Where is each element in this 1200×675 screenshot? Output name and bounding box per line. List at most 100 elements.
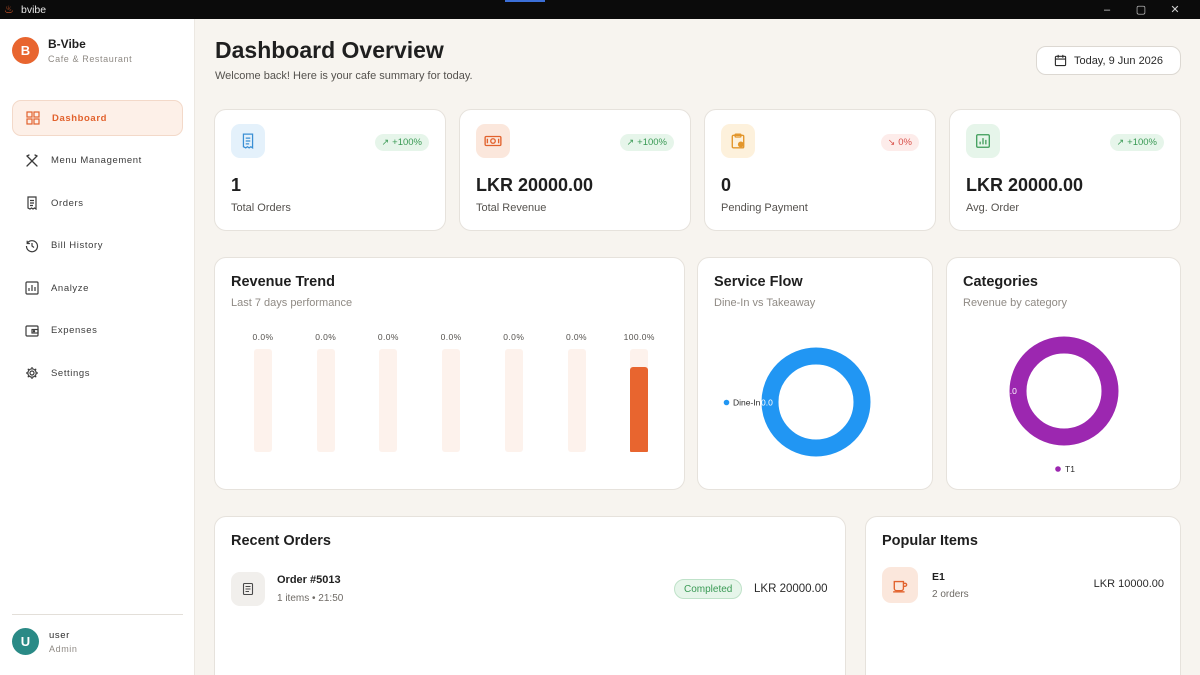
page-subtitle: Welcome back! Here is your cafe summary … — [215, 70, 473, 82]
card-title: Popular Items — [882, 533, 978, 549]
chart-icon — [966, 124, 1000, 158]
bar-data-label: 0.0% — [503, 332, 525, 342]
popular-items-card: Popular Items E1 2 orders LKR 10000.00 — [865, 516, 1181, 675]
stat-card-total-revenue: ↗ +100% LKR 20000.00 Total Revenue — [459, 109, 691, 231]
order-meta: 1 items • 21:50 — [277, 593, 344, 604]
receipt-icon — [231, 572, 265, 606]
bar-track — [254, 349, 272, 452]
sidebar-item-expenses[interactable]: Expenses — [12, 313, 183, 349]
sidebar-item-analyze[interactable]: Analyze — [12, 270, 183, 306]
brand-name: B-Vibe — [48, 37, 86, 51]
user-role: Admin — [49, 643, 78, 654]
stat-label: Total Revenue — [476, 202, 547, 214]
window-title: bvibe — [21, 3, 47, 16]
stat-label: Pending Payment — [721, 202, 808, 214]
trend-up-icon: ↗ — [1116, 137, 1125, 147]
sidebar-item-label: Analyze — [51, 282, 89, 294]
user-profile[interactable]: U user Admin — [12, 628, 78, 655]
sidebar-item-bill-history[interactable]: Bill History — [12, 228, 183, 264]
trend-badge-label: +100% — [1127, 137, 1157, 148]
item-meta: 2 orders — [932, 589, 969, 600]
legend-dot-dine-in — [723, 399, 730, 406]
date-label: Today, 9 Jun 2026 — [1073, 54, 1164, 67]
user-name: user — [49, 629, 70, 641]
stat-card-pending-payment: ↘ 0% 0 Pending Payment — [704, 109, 936, 231]
clipboard-icon — [721, 124, 755, 158]
sidebar-item-label: Menu Management — [51, 155, 142, 166]
utensils-icon — [25, 153, 39, 168]
brand-subtitle: Cafe & Restaurant — [48, 54, 133, 64]
trend-badge: ↗ +100% — [619, 134, 674, 151]
sidebar-item-menu-management[interactable]: Menu Management — [12, 143, 183, 179]
chart-icon — [25, 281, 39, 295]
trend-badge: ↘ 0% — [880, 134, 919, 151]
bar — [630, 366, 649, 452]
slice-label: 0.0 — [761, 398, 773, 408]
wallet-icon — [25, 324, 39, 338]
brand-logo: B — [12, 37, 39, 64]
trend-down-icon: ↘ — [887, 137, 896, 147]
bar-data-label: 0.0% — [315, 332, 337, 342]
receipt-icon — [231, 124, 265, 158]
category-donut-chart: 0.0 T1 — [1005, 336, 1119, 474]
trend-badge-label: +100% — [637, 137, 667, 148]
stat-value: LKR 20000.00 — [966, 175, 1084, 195]
card-subtitle: Last 7 days performance — [231, 297, 353, 309]
trend-badge: ↗ +100% — [1109, 134, 1164, 151]
card-title: Revenue Trend — [231, 274, 335, 290]
legend-dot-t1 — [1055, 466, 1061, 472]
legend-label-dine-in: Dine-In — [733, 398, 761, 408]
close-button[interactable]: ✕ — [1158, 0, 1192, 19]
cash-icon — [476, 124, 510, 158]
categories-card: Categories Revenue by category 0.0 T1 — [946, 257, 1181, 490]
service-flow-card: Service Flow Dine-In vs Takeaway Dine-In… — [697, 257, 933, 490]
receipt-icon — [25, 196, 39, 210]
service-donut-chart: Dine-In 0.0 — [723, 347, 871, 457]
sidebar-item-dashboard[interactable]: Dashboard — [12, 100, 183, 136]
sidebar-item-settings[interactable]: Settings — [12, 355, 183, 391]
bar-data-label: 0.0% — [440, 332, 462, 342]
item-name: E1 — [932, 571, 945, 583]
bar-track — [567, 349, 586, 452]
bar-data-label: 0.0% — [377, 332, 399, 342]
bar-track — [379, 349, 398, 452]
trend-badge-label: +100% — [392, 137, 422, 148]
bar-data-label: 0.0% — [252, 332, 274, 342]
stat-label: Total Orders — [231, 202, 291, 214]
stat-value: LKR 20000.00 — [476, 175, 594, 195]
item-amount: LKR 10000.00 — [1093, 578, 1164, 590]
trend-badge: ↗ +100% — [374, 134, 429, 151]
sidebar-item-label: Orders — [51, 197, 84, 209]
app-logo-icon: ♨ — [4, 3, 14, 16]
stat-value: 0 — [721, 175, 732, 195]
sidebar-divider — [12, 614, 183, 615]
sidebar-item-orders[interactable]: Orders — [12, 185, 183, 221]
gear-icon — [25, 366, 39, 380]
avatar: U — [12, 628, 39, 655]
sidebar: B B-Vibe Cafe & Restaurant Dashboard Men… — [0, 19, 195, 675]
recent-orders-card: Recent Orders Order #5013 1 items • 21:5… — [214, 516, 846, 675]
coffee-cup-icon — [882, 567, 918, 603]
brand: B B-Vibe Cafe & Restaurant — [12, 37, 132, 64]
sidebar-item-label: Expenses — [51, 325, 98, 336]
history-icon — [25, 239, 39, 253]
window-titlebar: ♨ bvibe – ▢ ✕ — [0, 0, 1200, 19]
slice-label: 0.0 — [1005, 386, 1017, 396]
legend-label-t1: T1 — [1065, 464, 1075, 474]
trend-badge-label: 0% — [898, 137, 912, 148]
calendar-icon — [1054, 54, 1067, 67]
sidebar-item-label: Dashboard — [52, 112, 108, 124]
grid-icon — [26, 111, 40, 125]
stat-card-total-orders: ↗ +100% 1 Total Orders — [214, 109, 446, 231]
maximize-button[interactable]: ▢ — [1124, 0, 1158, 19]
bar-data-label: 0.0% — [566, 332, 587, 342]
donut-slice-t1 — [1009, 336, 1119, 446]
bar-track — [442, 349, 461, 452]
date-button[interactable]: Today, 9 Jun 2026 — [1036, 46, 1181, 75]
stat-value: 1 — [231, 175, 242, 195]
stat-label: Avg. Order — [966, 202, 1019, 214]
bar-data-label: 100.0% — [623, 332, 655, 342]
minimize-button[interactable]: – — [1090, 0, 1124, 19]
sidebar-item-label: Settings — [51, 367, 91, 379]
order-title[interactable]: Order #5013 — [277, 574, 341, 586]
